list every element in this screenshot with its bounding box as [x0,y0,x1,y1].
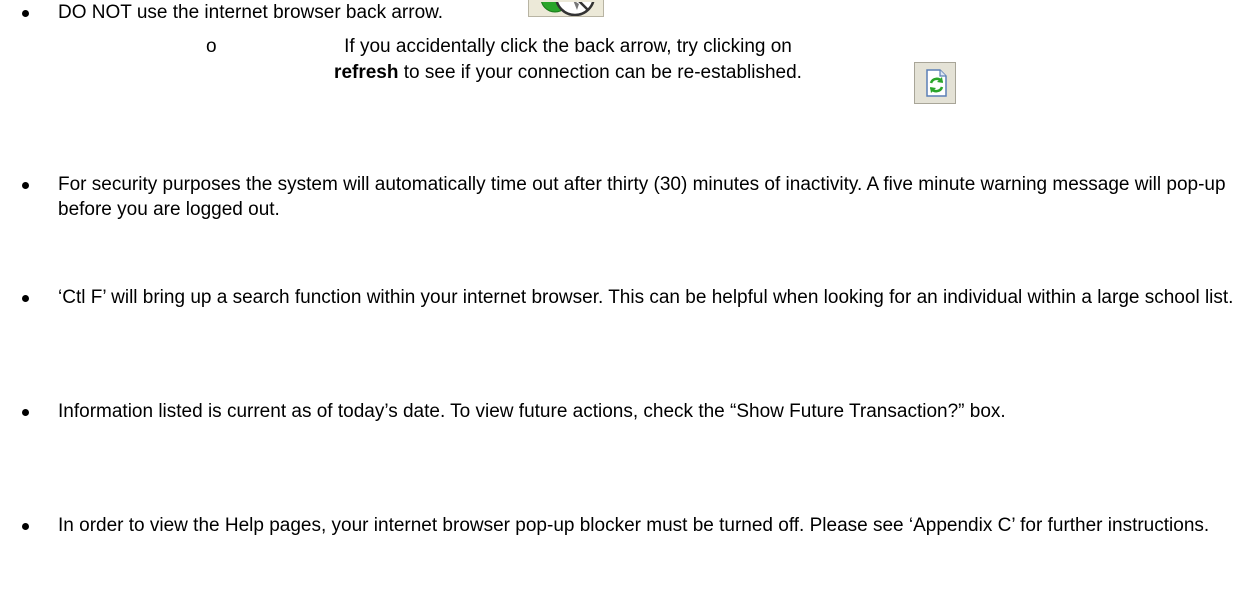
refresh-button-image [914,62,956,104]
list-item-text: DO NOT use the internet browser back arr… [58,2,444,23]
refresh-bold-text: refresh [334,62,399,83]
bullet [22,523,29,530]
sub-bullet-marker: o [206,36,217,57]
list-item-text: ‘Ctl F’ will bring up a search function … [58,287,1234,308]
bullet [22,409,29,416]
bullet [22,10,29,17]
list-item-text: Information listed is current as of toda… [58,401,1006,422]
sub-item-line-2: refresh to see if your connection can be… [258,60,878,85]
refresh-icon [926,69,947,97]
sub-list-item: o If you accidentally click the back arr… [0,34,1258,86]
bullet [22,295,29,302]
list-item-text: In order to view the Help pages, your in… [58,515,1210,536]
sub-item-line-2-rest: to see if your connection can be re-esta… [398,62,802,83]
sub-item-line-1: If you accidentally click the back arrow… [344,36,792,57]
bullet [22,182,29,189]
list-item-text: For security purposes the system will au… [58,174,1226,220]
